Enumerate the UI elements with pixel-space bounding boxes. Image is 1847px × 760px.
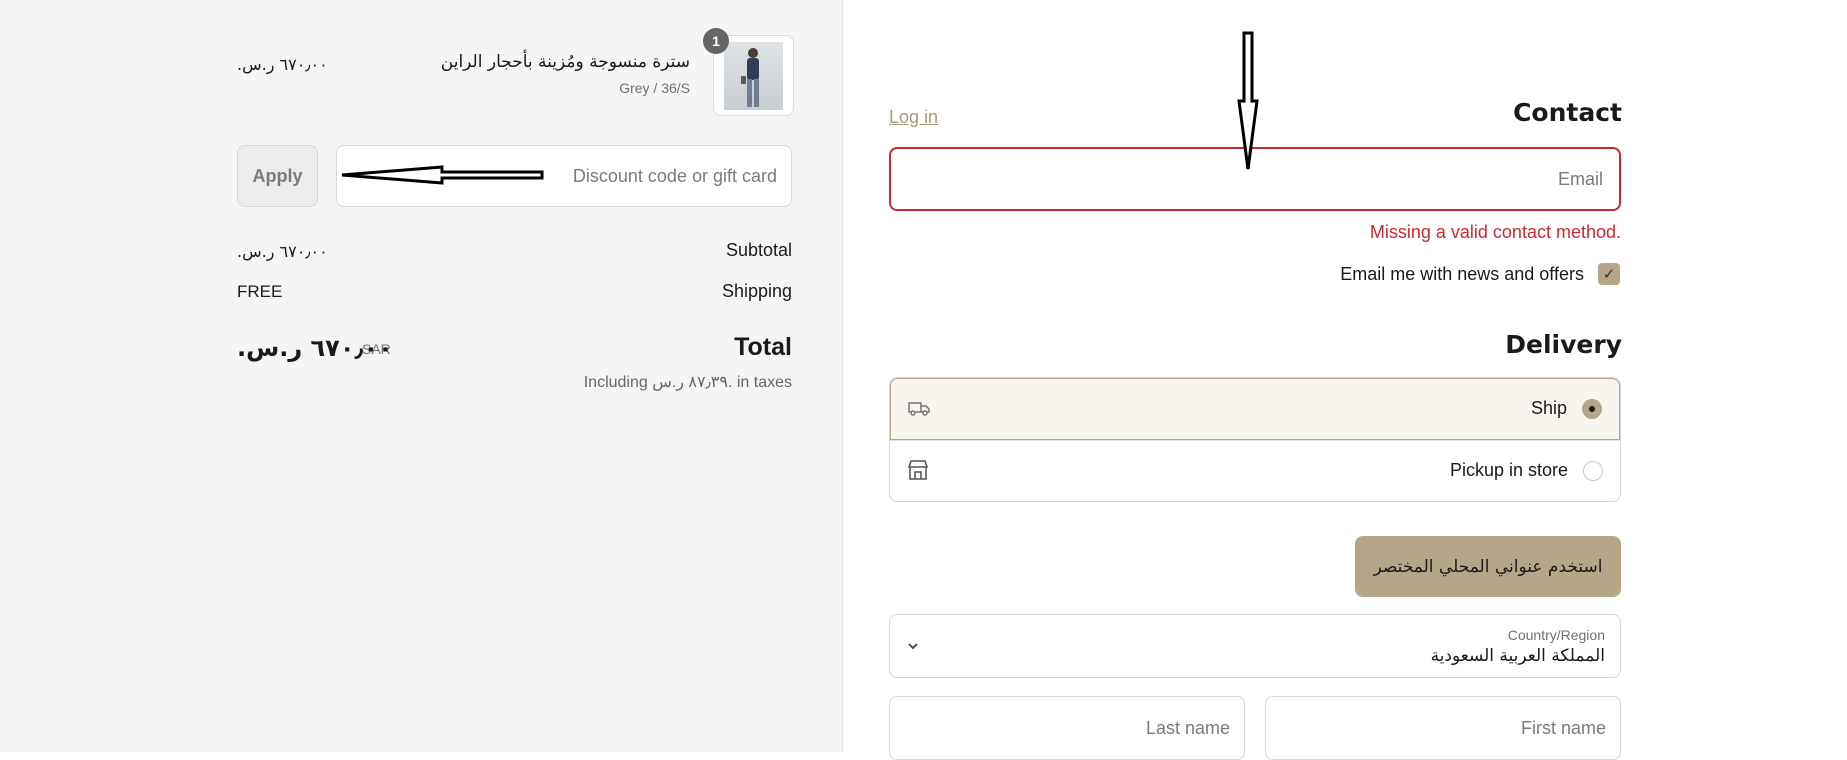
annotation-arrow-left-icon	[341, 165, 544, 185]
subtotal-label: Subtotal	[725, 240, 792, 260]
first-name-input[interactable]	[1265, 696, 1621, 760]
contact-heading: Contact	[1513, 98, 1622, 127]
newsletter-label: Email me with news and offers	[1340, 264, 1584, 284]
shipping-value: FREE	[237, 282, 283, 301]
chevron-down-icon	[908, 643, 918, 650]
ship-radio[interactable]	[1582, 399, 1602, 419]
shipping-label: Shipping	[721, 281, 792, 301]
taxes-note: Including ٨٧٫٣٩ ر.س. in taxes	[583, 374, 792, 391]
delivery-method-group: Ship Pickup in store	[889, 377, 1621, 502]
checkmark-icon: ✓	[1602, 265, 1616, 283]
last-name-input[interactable]	[889, 696, 1245, 760]
store-icon	[907, 460, 929, 480]
delivery-option-pickup[interactable]: Pickup in store	[890, 440, 1620, 501]
country-region-value: المملكة العربية السعودية	[1430, 646, 1605, 666]
product-variant: Grey / 36/S	[619, 80, 690, 96]
email-error-message: Missing a valid contact method.	[1369, 222, 1621, 242]
total-value: ٦٧٠٫٠٠ ر.س.	[237, 334, 393, 362]
annotation-arrow-down-icon	[1237, 31, 1259, 170]
product-price: ٦٧٠٫٠٠ ر.س.	[237, 55, 328, 74]
pickup-radio[interactable]	[1583, 461, 1603, 481]
newsletter-checkbox[interactable]: ✓	[1598, 263, 1620, 285]
truck-icon	[908, 402, 930, 416]
order-summary: 1 سترة منسوجة ومُزينة بأحجار الراين Grey…	[0, 0, 843, 752]
country-region-caption: Country/Region	[1507, 627, 1605, 643]
country-region-select[interactable]: Country/Region المملكة العربية السعودية	[889, 614, 1621, 678]
ship-label: Ship	[1530, 398, 1567, 418]
product-name: سترة منسوجة ومُزينة بأحجار الراين	[440, 52, 690, 72]
subtotal-value: ٦٧٠٫٠٠ ر.س.	[237, 242, 328, 261]
login-link[interactable]: Log in	[889, 107, 938, 128]
apply-discount-button[interactable]: Apply	[237, 145, 318, 207]
quantity-badge: 1	[703, 28, 729, 54]
product-photo	[724, 42, 783, 110]
delivery-option-ship[interactable]: Ship	[890, 378, 1620, 440]
delivery-heading: Delivery	[1505, 330, 1622, 359]
use-local-short-address-button[interactable]: استخدم عنواني المحلي المختصر	[1355, 536, 1621, 597]
total-label: Total	[734, 333, 792, 361]
pickup-label: Pickup in store	[1449, 460, 1568, 480]
